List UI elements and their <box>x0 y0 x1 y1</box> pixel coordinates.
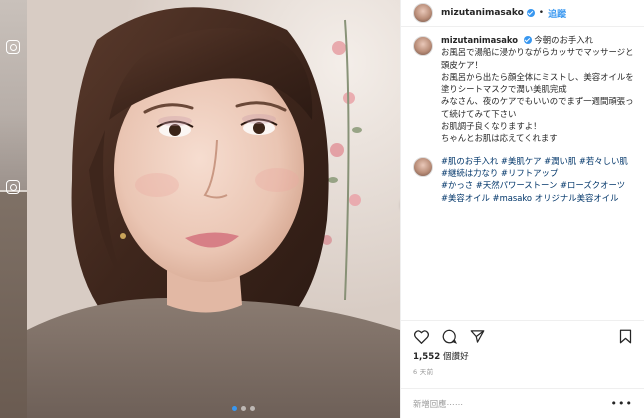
likes-count[interactable]: 1,552 個讚好 <box>413 350 469 362</box>
previous-post-image-lower[interactable] <box>0 192 27 418</box>
post-photo[interactable]: ❯ <box>27 0 400 418</box>
comment-icon[interactable] <box>441 329 457 345</box>
instagram-icon <box>6 180 20 194</box>
post-side-panel: mizutanimasako • 追蹤 mizutanimasako 今朝のお手… <box>400 0 644 418</box>
verified-badge-icon <box>523 36 532 44</box>
heart-icon[interactable] <box>413 329 429 345</box>
likes-number: 1,552 <box>413 352 441 362</box>
instagram-icon <box>6 40 20 54</box>
bookmark-icon[interactable] <box>617 329 633 345</box>
avatar[interactable] <box>413 36 433 56</box>
follow-button[interactable]: 追蹤 <box>548 7 566 20</box>
carousel-dot <box>241 406 246 411</box>
carousel-dot <box>250 406 255 411</box>
hashtags-text[interactable]: #肌のお手入れ #美肌ケア #潤い肌 #若々しい肌 #継続は力なり #リフトアッ… <box>441 155 635 204</box>
verified-badge-icon <box>526 9 535 17</box>
post-header: mizutanimasako • 追蹤 <box>401 0 644 27</box>
carousel-indicator <box>232 406 255 411</box>
header-username[interactable]: mizutanimasako <box>441 8 524 18</box>
more-options-icon[interactable]: ••• <box>611 397 633 410</box>
carousel-dot <box>232 406 237 411</box>
post-timestamp[interactable]: 6 天前 <box>413 366 433 376</box>
previous-post-strip[interactable] <box>0 0 27 418</box>
previous-post-image[interactable] <box>0 0 27 190</box>
likes-label: 個讚好 <box>442 352 469 362</box>
add-comment-bar: ••• <box>401 388 644 418</box>
comment-input[interactable] <box>413 398 611 409</box>
caption-body: mizutanimasako 今朝のお手入れ お風呂で湯船に浸かりながらカッサで… <box>441 34 635 145</box>
share-icon[interactable] <box>469 329 485 345</box>
comments-list[interactable]: mizutanimasako 今朝のお手入れ お風呂で湯船に浸かりながらカッサで… <box>401 34 644 318</box>
separator: • <box>538 8 545 18</box>
action-bar <box>401 320 644 352</box>
caption-text: 今朝のお手入れ お風呂で湯船に浸かりながらカッサでマッサージと頭皮ケア！ お風呂… <box>441 35 634 144</box>
portrait-illustration <box>27 0 400 418</box>
caption-username[interactable]: mizutanimasako <box>441 35 518 45</box>
hashtags-comment: #肌のお手入れ #美肌ケア #潤い肌 #若々しい肌 #継続は力なり #リフトアッ… <box>413 155 635 204</box>
instagram-post-modal: ❯ mizutanimasako • 追蹤 mizutanimasako 今朝の… <box>0 0 644 418</box>
avatar[interactable] <box>413 156 433 177</box>
caption-comment: mizutanimasako 今朝のお手入れ お風呂で湯船に浸かりながらカッサで… <box>413 34 635 145</box>
avatar[interactable] <box>413 3 433 23</box>
